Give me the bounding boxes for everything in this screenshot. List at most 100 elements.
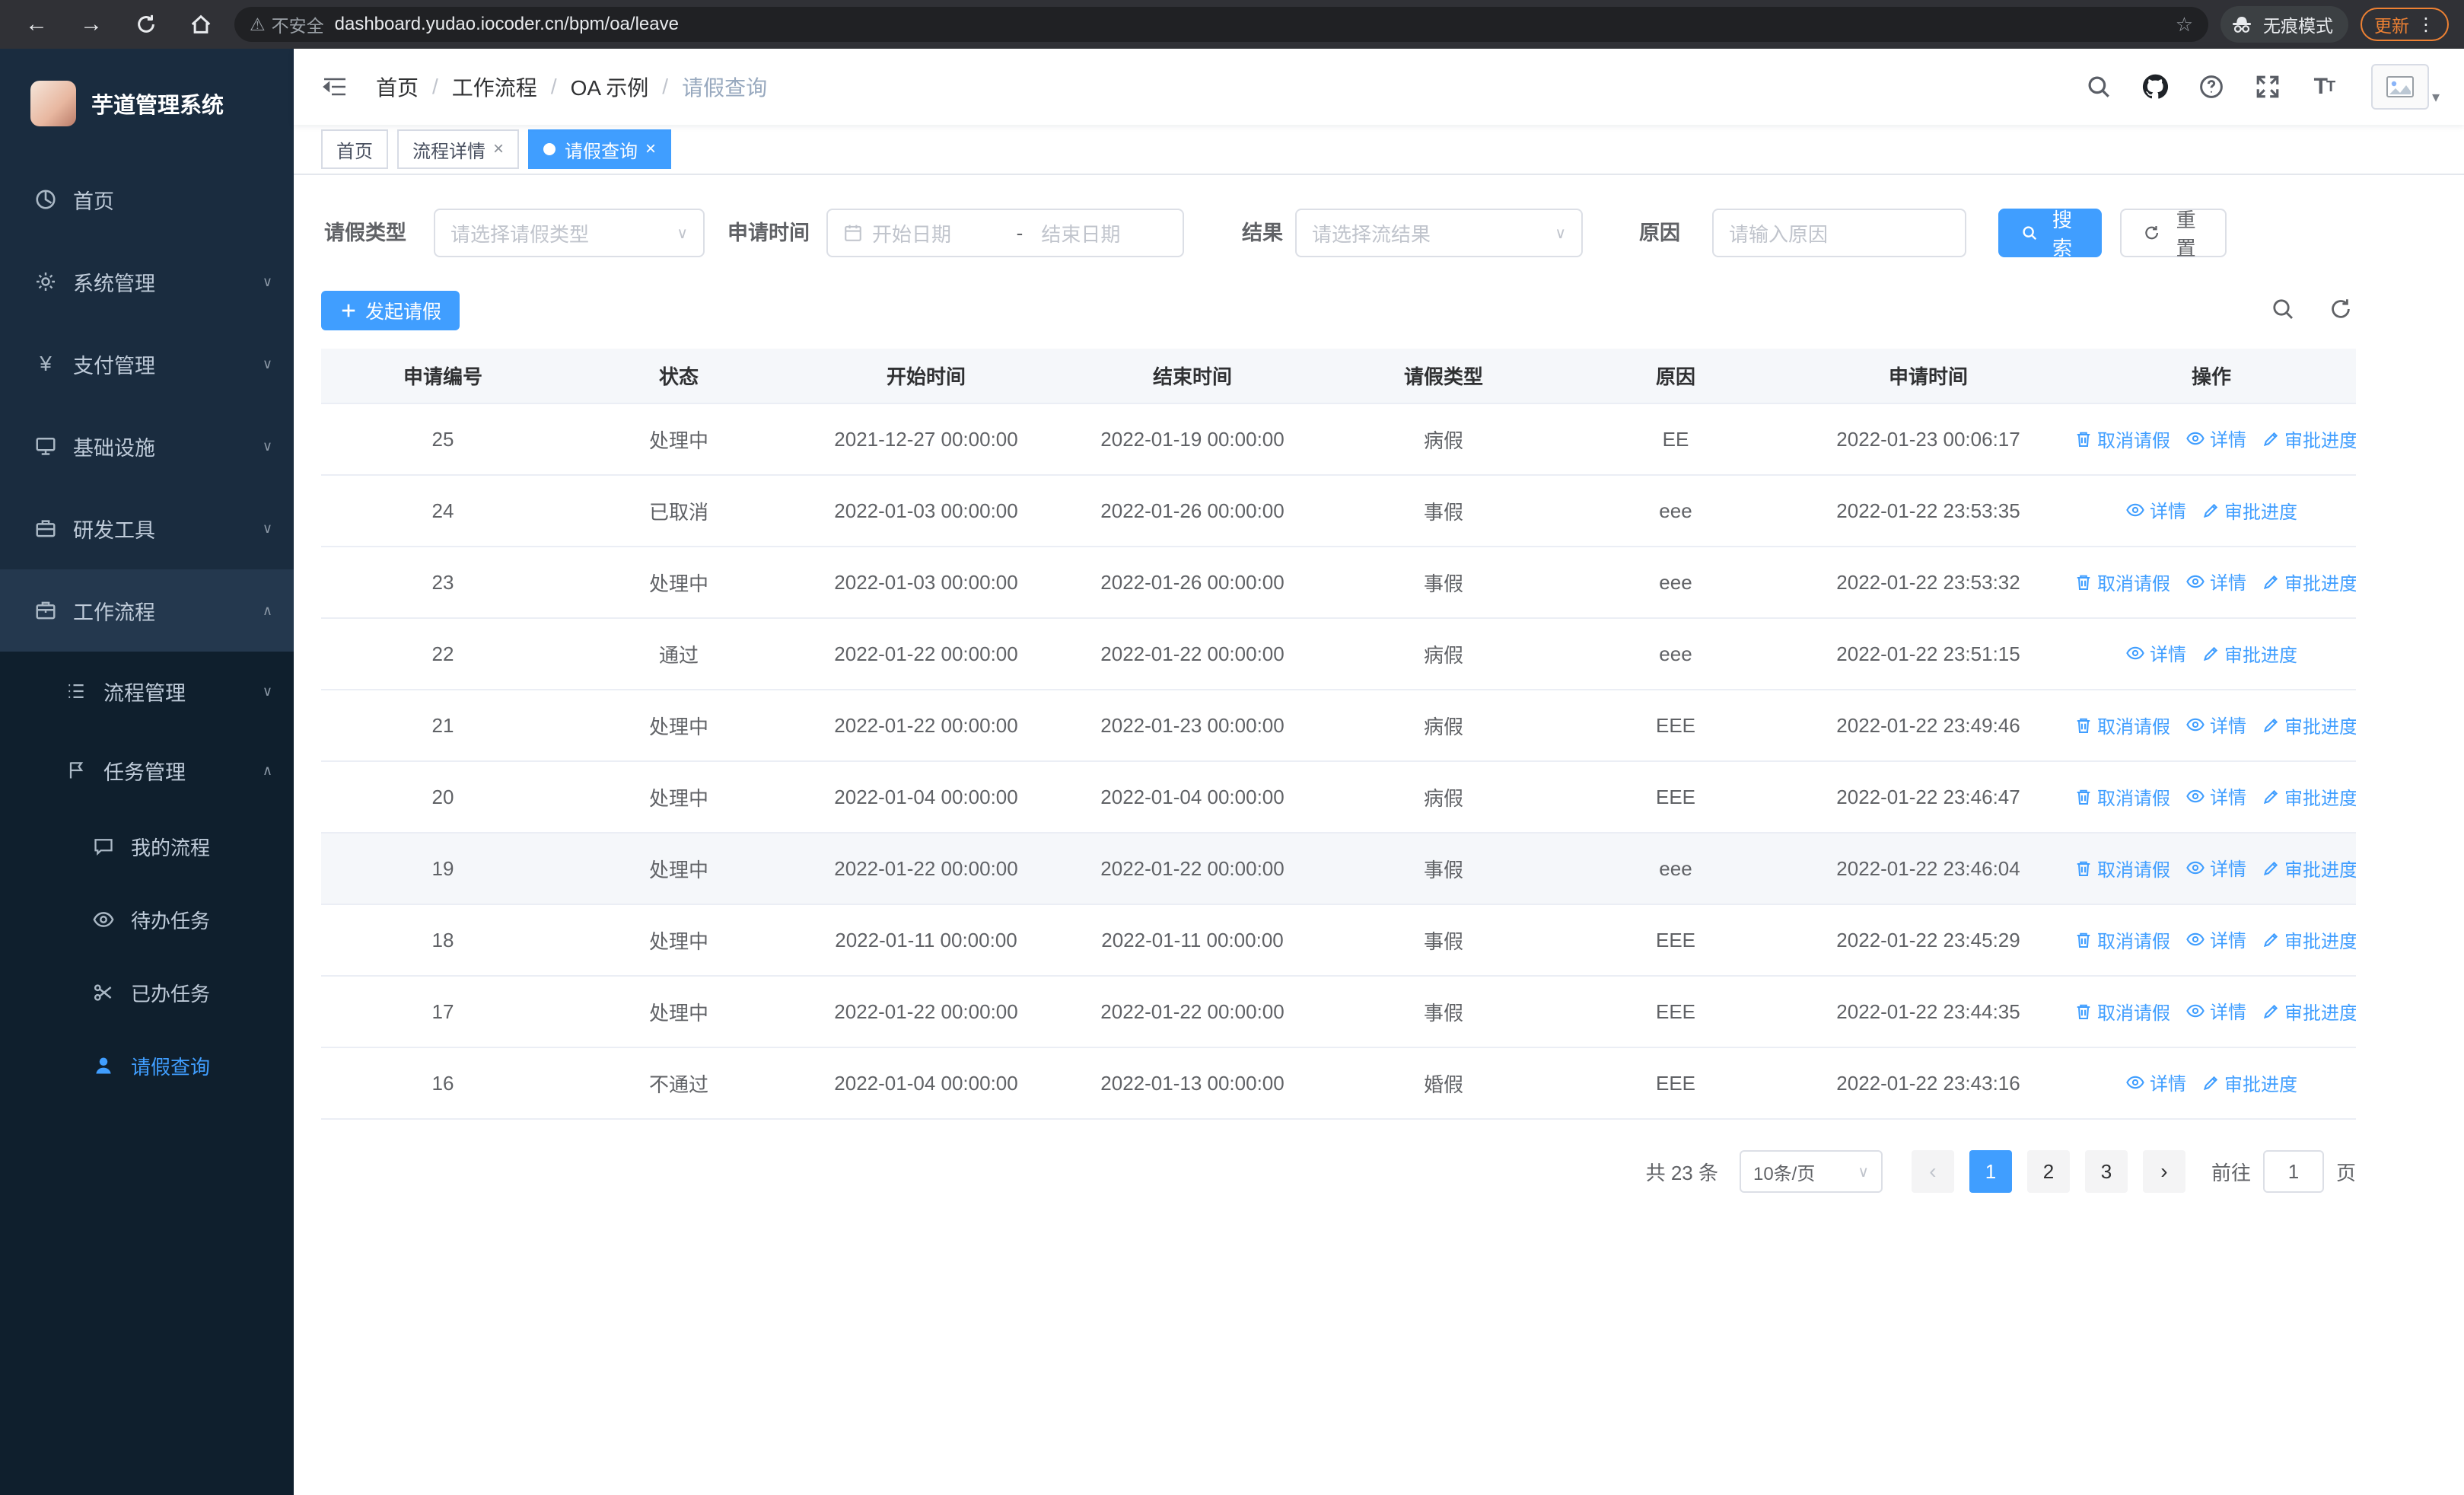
goto-page-input[interactable]: [2262, 1150, 2324, 1193]
github-icon[interactable]: [2140, 72, 2170, 102]
result-select[interactable]: 请选择流结果 ∨: [1295, 209, 1583, 257]
forward-icon[interactable]: →: [70, 3, 113, 46]
sidebar-item-workflow[interactable]: 工作流程 ∧: [0, 569, 294, 652]
detail-link[interactable]: 详情: [2125, 639, 2186, 666]
audit-progress-link[interactable]: 审批进度: [2201, 1069, 2297, 1096]
cancel-leave-link[interactable]: 取消请假: [2074, 855, 2170, 881]
cancel-leave-link[interactable]: 取消请假: [2074, 998, 2170, 1025]
url-text[interactable]: dashboard.yudao.iocoder.cn/bpm/oa/leave: [335, 14, 2165, 35]
refresh-icon[interactable]: [2329, 297, 2353, 321]
sidebar-item-my-process[interactable]: 我的流程: [0, 810, 294, 883]
cell-id: 22: [321, 618, 565, 690]
detail-link[interactable]: 详情: [2185, 568, 2246, 594]
sidebar-item-done-tasks[interactable]: 已办任务: [0, 956, 294, 1029]
sidebar-item-label: 基础设施: [73, 436, 155, 460]
tab-home[interactable]: 首页: [321, 129, 388, 169]
close-icon[interactable]: ×: [493, 139, 504, 160]
eye-icon: [2186, 575, 2205, 588]
cell-apply-time: 2022-01-22 23:46:04: [1790, 833, 2067, 905]
browser-update-button[interactable]: 更新 ⋮: [2361, 8, 2449, 41]
font-size-icon[interactable]: TT: [2309, 72, 2339, 102]
avatar[interactable]: [2370, 64, 2429, 110]
sidebar-item-infrastructure[interactable]: 基础设施 ∨: [0, 405, 294, 487]
audit-progress-link[interactable]: 审批进度: [2262, 855, 2356, 881]
audit-progress-link[interactable]: 审批进度: [2262, 998, 2356, 1025]
tab-leave-query[interactable]: 请假查询 ×: [528, 129, 672, 169]
table-row: 17 处理中 2022-01-22 00:00:00 2022-01-22 00:00…: [321, 976, 2356, 1048]
audit-progress-link[interactable]: 审批进度: [2201, 640, 2297, 667]
audit-progress-link[interactable]: 审批进度: [2262, 783, 2356, 810]
security-warning[interactable]: ⚠ 不安全: [250, 11, 324, 37]
sidebar-item-todo-tasks[interactable]: 待办任务: [0, 883, 294, 956]
breadcrumb-item[interactable]: 首页: [376, 72, 419, 102]
back-icon[interactable]: ←: [15, 3, 58, 46]
cancel-leave-link[interactable]: 取消请假: [2074, 783, 2170, 810]
detail-link[interactable]: 详情: [2185, 854, 2246, 881]
cancel-leave-link[interactable]: 取消请假: [2074, 426, 2170, 452]
search-icon[interactable]: [2084, 72, 2114, 102]
detail-link[interactable]: 详情: [2185, 425, 2246, 451]
gear-icon: [33, 270, 58, 293]
sidebar-item-home[interactable]: 首页: [0, 158, 294, 241]
leave-type-select[interactable]: 请选择请假类型 ∨: [434, 209, 705, 257]
cancel-leave-link[interactable]: 取消请假: [2074, 926, 2170, 953]
end-date-input[interactable]: 结束日期: [1041, 219, 1167, 247]
close-icon[interactable]: ×: [645, 139, 656, 160]
sidebar-collapse-icon[interactable]: [315, 67, 355, 107]
infrastructure-icon: [33, 435, 58, 457]
prev-page-button[interactable]: ‹: [1911, 1150, 1954, 1193]
create-leave-button[interactable]: 发起请假: [321, 291, 460, 330]
breadcrumb-item[interactable]: OA 示例: [571, 72, 649, 102]
sidebar-item-system[interactable]: 系统管理 ∨: [0, 241, 294, 323]
audit-progress-link[interactable]: 审批进度: [2201, 497, 2297, 524]
user-avatar-dropdown[interactable]: ▾: [2365, 64, 2440, 110]
start-date-input[interactable]: 开始日期: [872, 219, 998, 247]
browser-menu-icon[interactable]: ⋮: [2417, 14, 2435, 36]
cell-type: 事假: [1326, 833, 1561, 905]
page-button-3[interactable]: 3: [2084, 1150, 2128, 1193]
audit-progress-link[interactable]: 审批进度: [2262, 569, 2356, 595]
detail-link[interactable]: 详情: [2185, 997, 2246, 1024]
page-size-select[interactable]: 10条/页 ∨: [1739, 1150, 1883, 1193]
audit-progress-link[interactable]: 审批进度: [2262, 926, 2356, 953]
chevron-down-icon: ∨: [262, 683, 272, 699]
logo[interactable]: 芋道管理系统: [0, 49, 294, 158]
breadcrumb-item[interactable]: 工作流程: [452, 72, 537, 102]
search-toggle-icon[interactable]: [2271, 297, 2295, 321]
sidebar-item-task-mgmt[interactable]: 任务管理 ∧: [0, 731, 294, 810]
audit-progress-link[interactable]: 审批进度: [2262, 712, 2356, 738]
sidebar-item-process-mgmt[interactable]: 流程管理 ∨: [0, 652, 294, 731]
sidebar-item-payment[interactable]: ¥ 支付管理 ∨: [0, 323, 294, 405]
date-range-picker[interactable]: 开始日期 - 结束日期: [826, 209, 1184, 257]
sidebar-item-devtools[interactable]: 研发工具 ∨: [0, 487, 294, 569]
page-button-1[interactable]: 1: [1969, 1150, 2012, 1193]
cancel-leave-link[interactable]: 取消请假: [2074, 712, 2170, 738]
sidebar-item-leave-query[interactable]: 请假查询: [0, 1029, 294, 1102]
bookmark-star-icon[interactable]: ☆: [2176, 13, 2193, 37]
tab-process-detail[interactable]: 流程详情 ×: [397, 129, 520, 169]
calendar-icon: [843, 223, 863, 243]
leave-table: 申请编号 状态 开始时间 结束时间 请假类型 原因 申请时间 操作 25 处理中 2…: [321, 349, 2356, 1120]
cancel-leave-link[interactable]: 取消请假: [2074, 569, 2170, 595]
help-icon[interactable]: [2196, 72, 2227, 102]
page-button-2[interactable]: 2: [2026, 1150, 2070, 1193]
cell-reason: eee: [1561, 547, 1790, 619]
next-page-button[interactable]: ›: [2142, 1150, 2185, 1193]
cell-status: 处理中: [565, 403, 793, 476]
reset-button[interactable]: 重置: [2120, 209, 2227, 260]
fullscreen-icon[interactable]: [2252, 72, 2283, 102]
detail-link[interactable]: 详情: [2185, 783, 2246, 809]
trash-icon: [2077, 432, 2090, 447]
detail-link[interactable]: 详情: [2185, 711, 2246, 738]
audit-progress-link[interactable]: 审批进度: [2262, 426, 2356, 452]
home-icon[interactable]: [180, 3, 222, 46]
address-bar[interactable]: ⚠ 不安全 dashboard.yudao.iocoder.cn/bpm/oa/l…: [234, 7, 2208, 42]
reload-icon[interactable]: [125, 3, 167, 46]
search-button[interactable]: 搜索: [1998, 209, 2102, 260]
payment-icon: ¥: [40, 352, 52, 375]
reason-input[interactable]: 请输入原因: [1712, 209, 1966, 257]
detail-link[interactable]: 详情: [2185, 926, 2246, 952]
cell-type: 事假: [1326, 475, 1561, 547]
detail-link[interactable]: 详情: [2125, 496, 2186, 523]
detail-link[interactable]: 详情: [2125, 1069, 2186, 1095]
